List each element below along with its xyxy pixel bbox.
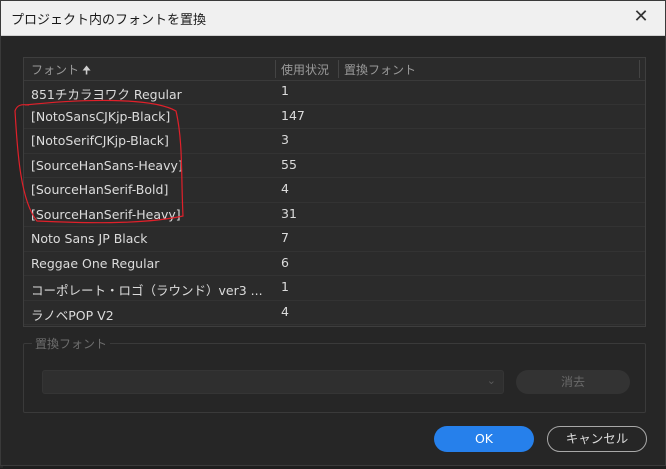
table-row[interactable]: [SourceHanSans-Heavy] 55 bbox=[24, 154, 645, 178]
row-usage-count: 7 bbox=[281, 230, 289, 245]
delete-button[interactable]: 消去 bbox=[516, 370, 630, 394]
row-usage-count: 147 bbox=[281, 107, 305, 123]
row-usage-count: 3 bbox=[281, 132, 289, 147]
row-usage-count: 55 bbox=[281, 156, 297, 172]
table-body: 851チカラヨワク Regular 1 [NotoSansCJKjp-Black]… bbox=[24, 80, 645, 325]
replace-font-group: 置換フォント ⌄ 消去 bbox=[23, 335, 646, 413]
row-font-name: ラノベPOP V2 bbox=[31, 307, 114, 323]
row-font-name: [SourceHanSans-Heavy] bbox=[31, 157, 183, 173]
column-header-usage[interactable]: 使用状況 bbox=[281, 61, 329, 78]
dialog-title: プロジェクト内のフォントを置換 bbox=[11, 13, 207, 28]
chevron-down-icon: ⌄ bbox=[486, 374, 496, 387]
close-icon[interactable]: ✕ bbox=[631, 7, 651, 27]
replace-fonts-dialog: プロジェクト内のフォントを置換 ✕ フォント 🠉 使用状況 置換フォント 851チ… bbox=[0, 0, 666, 466]
column-divider[interactable] bbox=[275, 60, 276, 78]
row-usage-count: 1 bbox=[281, 279, 289, 294]
column-divider[interactable] bbox=[338, 60, 339, 78]
replace-font-select[interactable]: ⌄ bbox=[42, 370, 504, 394]
row-usage-count: 1 bbox=[281, 83, 289, 98]
row-font-name: コーポレート・ロゴ（ラウンド）ver3 ... bbox=[31, 283, 263, 298]
row-usage-count: 6 bbox=[281, 254, 289, 270]
table-header: フォント 🠉 使用状況 置換フォント bbox=[24, 58, 645, 81]
row-usage-count: 4 bbox=[281, 181, 289, 196]
table-row[interactable]: 851チカラヨワク Regular 1 bbox=[24, 80, 645, 105]
column-header-replace[interactable]: 置換フォント bbox=[344, 61, 416, 78]
table-row[interactable]: Reggae One Regular 6 bbox=[24, 252, 645, 276]
table-row[interactable]: [SourceHanSerif-Heavy] 31 bbox=[24, 203, 645, 227]
row-font-name: Noto Sans JP Black bbox=[31, 231, 148, 246]
table-row[interactable]: [NotoSerifCJKjp-Black] 3 bbox=[24, 129, 645, 154]
table-row[interactable]: [NotoSansCJKjp-Black] 147 bbox=[24, 105, 645, 129]
row-font-name: [SourceHanSerif-Bold] bbox=[31, 182, 169, 197]
column-header-font-label: フォント bbox=[31, 63, 80, 77]
row-usage-count: 4 bbox=[281, 303, 289, 319]
ok-button[interactable]: OK bbox=[434, 426, 534, 452]
title-bar: プロジェクト内のフォントを置換 ✕ bbox=[1, 1, 665, 36]
column-header-font[interactable]: フォント 🠉 bbox=[31, 61, 91, 81]
font-table: フォント 🠉 使用状況 置換フォント 851チカラヨワク Regular 1 [No… bbox=[23, 57, 646, 327]
sort-ascending-icon: 🠉 bbox=[82, 64, 92, 77]
table-row[interactable]: [SourceHanSerif-Bold] 4 bbox=[24, 178, 645, 203]
column-divider[interactable] bbox=[639, 60, 640, 78]
row-font-name: 851チカラヨワク Regular bbox=[31, 87, 182, 102]
row-font-name: Reggae One Regular bbox=[31, 255, 160, 271]
row-font-name: [SourceHanSerif-Heavy] bbox=[31, 206, 181, 222]
row-font-name: [NotoSerifCJKjp-Black] bbox=[31, 133, 169, 148]
row-usage-count: 31 bbox=[281, 205, 297, 221]
row-font-name: [NotoSansCJKjp-Black] bbox=[31, 108, 171, 124]
cancel-button[interactable]: キャンセル bbox=[547, 426, 647, 452]
table-row[interactable]: コーポレート・ロゴ（ラウンド）ver3 ... 1 bbox=[24, 276, 645, 301]
table-row[interactable]: ラノベPOP V2 4 bbox=[24, 301, 645, 325]
replace-font-legend: 置換フォント bbox=[32, 335, 111, 352]
table-row[interactable]: Noto Sans JP Black 7 bbox=[24, 227, 645, 252]
